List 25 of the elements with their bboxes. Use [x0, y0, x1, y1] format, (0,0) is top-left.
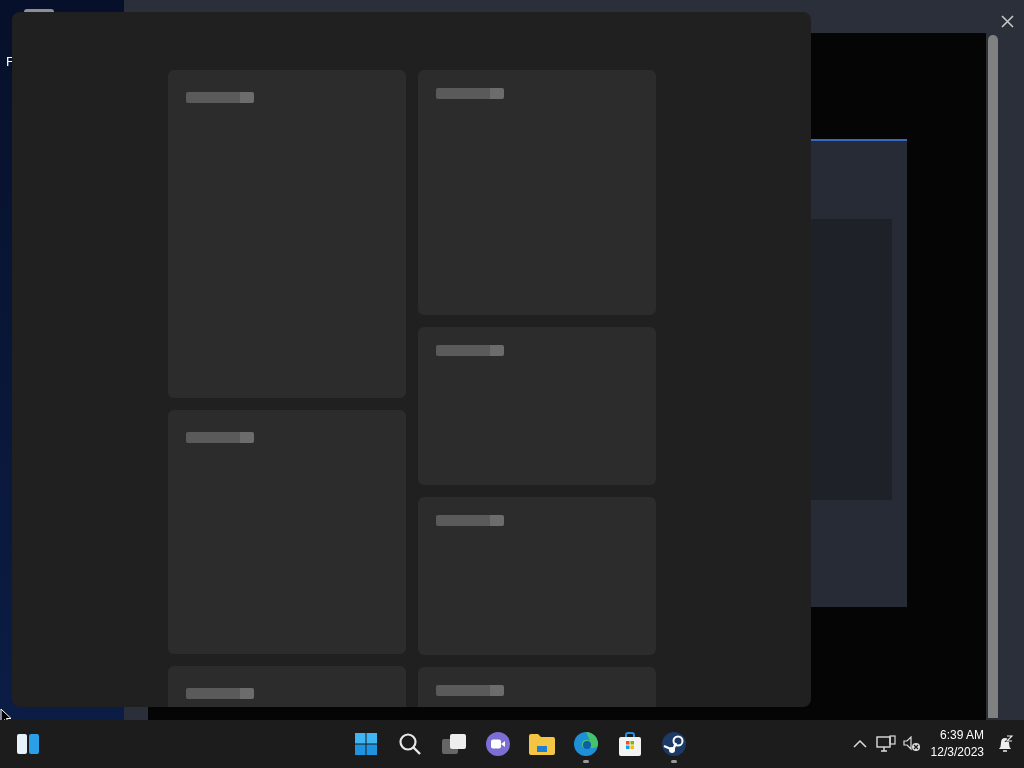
- running-indicator: [671, 760, 677, 763]
- loading-placeholder-bar: [186, 688, 254, 699]
- loading-placeholder-bar: [436, 515, 504, 526]
- search-icon: [398, 732, 422, 756]
- monitor-network-icon: [875, 735, 896, 753]
- chevron-up-icon: [852, 739, 867, 749]
- running-indicator: [583, 760, 589, 763]
- store-bag-icon: [617, 731, 643, 757]
- clock[interactable]: 6:39 AM 12/3/2023: [924, 727, 990, 761]
- loading-placeholder-bar: [436, 685, 504, 696]
- loading-placeholder-bar: [436, 88, 504, 99]
- speaker-muted-icon: [902, 736, 921, 752]
- video-chat-icon: [485, 731, 511, 757]
- clock-date: 12/3/2023: [930, 744, 984, 761]
- scrollbar[interactable]: [988, 35, 998, 718]
- browser-icon: [573, 731, 599, 757]
- widgets-icon: [16, 733, 40, 755]
- task-view-icon: [441, 733, 467, 755]
- folder-icon: [528, 732, 556, 756]
- loading-placeholder-bar: [186, 92, 254, 103]
- loading-placeholder-bar: [436, 345, 504, 356]
- steam-icon: [661, 731, 687, 757]
- loading-placeholder-bar: [186, 432, 254, 443]
- clock-time: 6:39 AM: [938, 727, 984, 744]
- start-icon: [354, 732, 378, 756]
